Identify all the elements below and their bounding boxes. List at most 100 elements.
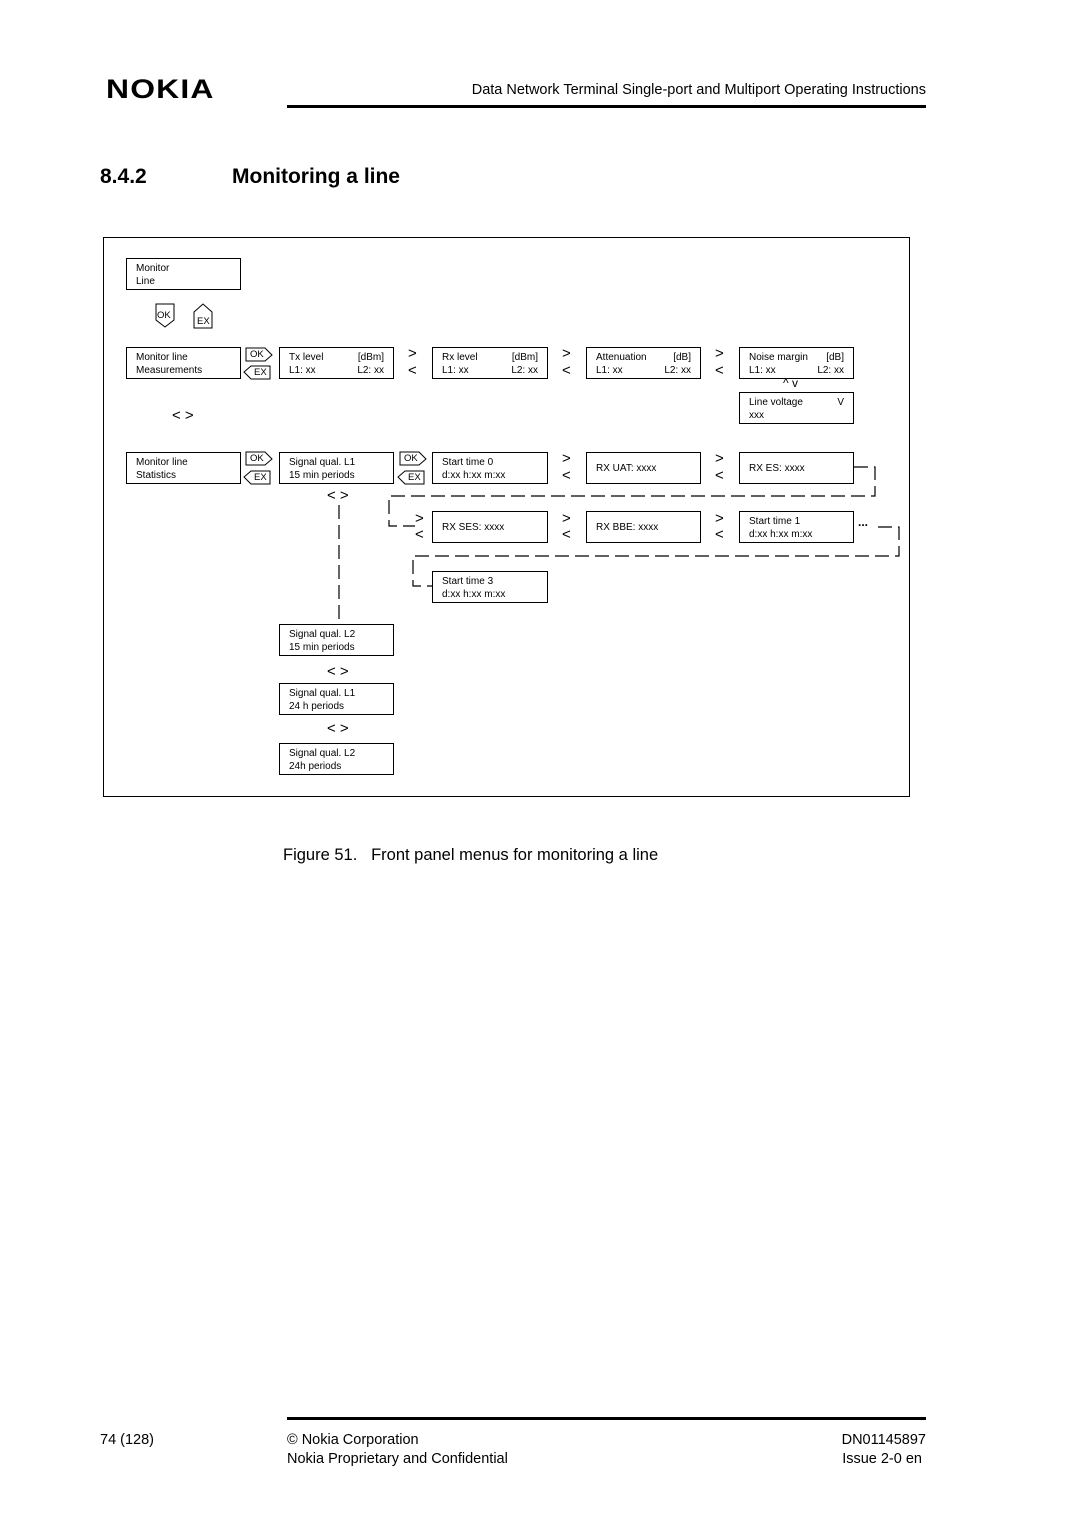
title: Noise margin [749, 352, 808, 363]
box-line-2: 24 h periods [289, 701, 345, 712]
line-voltage-box: Line voltage V xxx [739, 392, 854, 424]
box-line-2: 24h periods [289, 761, 342, 772]
box-line-1: Signal qual. L2 [289, 629, 356, 640]
rx-es-box: RX ES: xxxx [739, 452, 854, 484]
box-line-1: Monitor line [136, 352, 188, 363]
unit: [dBm] [357, 352, 384, 363]
chevron-right-icon[interactable]: > [715, 451, 724, 466]
start-time-1-box: Start time 1 d:xx h:xx m:xx [739, 511, 854, 543]
box-line-2: Statistics [136, 470, 177, 481]
chevron-left-icon[interactable]: < [715, 527, 724, 542]
box-line-1: Start time 1 [749, 516, 801, 527]
start-time-3-box: Start time 3 d:xx h:xx m:xx [432, 571, 548, 603]
box-line-1: Signal qual. L1 [289, 457, 356, 468]
chevron-left-icon[interactable]: < [415, 527, 424, 542]
box-line-1: Signal qual. L1 [289, 688, 356, 699]
value: RX SES: xxxx [442, 521, 505, 533]
title: Line voltage [749, 397, 803, 408]
l2-value: L2: xx [664, 365, 691, 376]
measurements-menu[interactable]: Monitor line Measurements [126, 347, 241, 379]
value: RX ES: xxxx [749, 462, 805, 474]
chevron-left-icon[interactable]: < [562, 363, 571, 378]
unit: [dB] [826, 352, 844, 363]
box-line-1: Monitor [136, 263, 170, 274]
chevron-left-right-icon[interactable]: < > [327, 664, 349, 679]
copyright: © Nokia Corporation [287, 1432, 419, 1448]
chevron-right-icon[interactable]: > [715, 346, 724, 361]
box-line-2: Line [136, 276, 155, 287]
title: Tx level [289, 352, 324, 363]
ok-button[interactable]: OK [404, 453, 418, 464]
chevron-left-right-icon[interactable]: < > [172, 408, 194, 423]
chevron-left-right-icon[interactable]: < > [327, 488, 349, 503]
value: RX BBE: xxxx [596, 521, 659, 533]
page-number: 74 (128) [100, 1432, 155, 1448]
ex-button[interactable]: EX [197, 316, 210, 327]
l1-value: L1: xx [289, 365, 316, 376]
box-line-2: d:xx h:xx m:xx [749, 529, 813, 540]
l1-value: L1: xx [749, 365, 776, 376]
signal-qual-l2-24h-box[interactable]: Signal qual. L2 24h periods [279, 743, 394, 775]
box-line-2: d:xx h:xx m:xx [442, 589, 506, 600]
figure-caption: Figure 51. Front panel menus for monitor… [283, 846, 658, 865]
rx-uat-box: RX UAT: xxxx [586, 452, 701, 484]
attenuation-box: Attenuation [dB] L1: xx L2: xx [586, 347, 701, 379]
chevron-right-icon[interactable]: > [415, 511, 424, 526]
ellipsis-icon: ... [858, 515, 869, 529]
l1-value: L1: xx [442, 365, 469, 376]
monitor-line-menu[interactable]: Monitor Line [126, 258, 241, 290]
ex-button[interactable]: EX [254, 472, 267, 483]
l2-value: L2: xx [357, 365, 384, 376]
ok-button[interactable]: OK [250, 453, 264, 464]
chevron-left-icon[interactable]: < [562, 527, 571, 542]
unit: [dB] [673, 352, 691, 363]
chevron-right-icon[interactable]: > [562, 346, 571, 361]
footer-rule [287, 1417, 926, 1420]
chevron-left-icon[interactable]: < [715, 363, 724, 378]
document-id: DN01145897 [841, 1432, 926, 1448]
box-line-2: Measurements [136, 365, 203, 376]
confidentiality: Nokia Proprietary and Confidential [287, 1451, 508, 1467]
start-time-0-box: Start time 0 d:xx h:xx m:xx [432, 452, 548, 484]
box-line-2: d:xx h:xx m:xx [442, 470, 506, 481]
chevron-left-icon[interactable]: < [562, 468, 571, 483]
chevron-left-right-icon[interactable]: < > [327, 721, 349, 736]
tx-level-box: Tx level [dBm] L1: xx L2: xx [279, 347, 394, 379]
chevron-left-icon[interactable]: < [715, 468, 724, 483]
value: xxx [749, 410, 764, 421]
chevron-left-icon[interactable]: < [408, 363, 417, 378]
value: RX UAT: xxxx [596, 462, 657, 474]
signal-qual-l1-24h-box[interactable]: Signal qual. L1 24 h periods [279, 683, 394, 715]
chevron-right-icon[interactable]: > [562, 511, 571, 526]
box-line-1: Start time 0 [442, 457, 494, 468]
figure-text: Front panel menus for monitoring a line [371, 846, 659, 864]
unit: V [837, 397, 844, 408]
statistics-menu[interactable]: Monitor line Statistics [126, 452, 241, 484]
ok-button[interactable]: OK [250, 349, 264, 360]
box-line-1: Start time 3 [442, 576, 494, 587]
figure-label: Figure 51. [283, 846, 358, 864]
box-line-1: Signal qual. L2 [289, 748, 356, 759]
l2-value: L2: xx [817, 365, 844, 376]
unit: [dBm] [511, 352, 538, 363]
l2-value: L2: xx [511, 365, 538, 376]
chevron-right-icon[interactable]: > [408, 346, 417, 361]
ex-button[interactable]: EX [254, 367, 267, 378]
signal-qual-l2-15min-box[interactable]: Signal qual. L2 15 min periods [279, 624, 394, 656]
title: Attenuation [596, 352, 647, 363]
chevron-right-icon[interactable]: > [562, 451, 571, 466]
rx-level-box: Rx level [dBm] L1: xx L2: xx [432, 347, 548, 379]
chevron-up-down-icon[interactable]: ^ v [783, 377, 798, 390]
title: Rx level [442, 352, 478, 363]
box-line-2: 15 min periods [289, 642, 355, 653]
signal-qual-l1-15min-box[interactable]: Signal qual. L1 15 min periods [279, 452, 394, 484]
diagram-connectors [155, 303, 900, 622]
ex-button[interactable]: EX [408, 472, 421, 483]
rx-ses-box: RX SES: xxxx [432, 511, 548, 543]
chevron-right-icon[interactable]: > [715, 511, 724, 526]
box-line-1: Monitor line [136, 457, 188, 468]
issue: Issue 2-0 en [842, 1451, 922, 1467]
rx-bbe-box: RX BBE: xxxx [586, 511, 701, 543]
noise-margin-box: Noise margin [dB] L1: xx L2: xx [739, 347, 854, 379]
ok-button[interactable]: OK [157, 310, 171, 321]
